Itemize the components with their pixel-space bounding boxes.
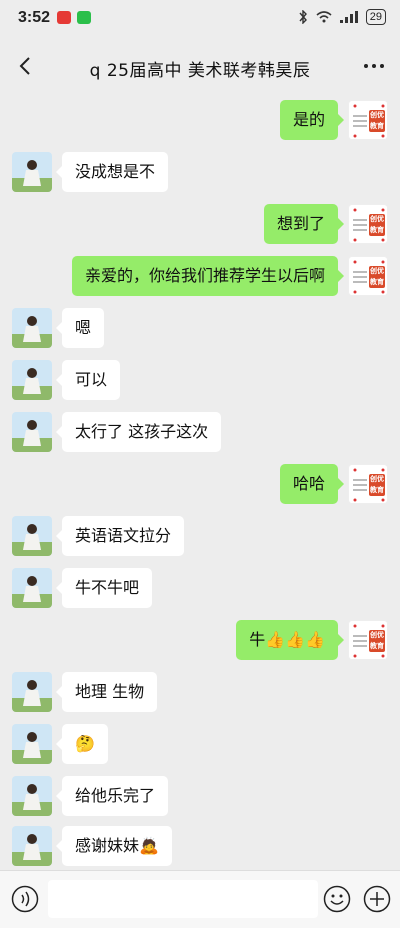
avatar[interactable] [12,724,52,764]
message-bubble-outgoing[interactable]: 亲爱的，你给我们推荐学生以后啊 [71,256,345,296]
wifi-icon [316,11,332,23]
message-bubble-incoming[interactable]: 牛不牛吧 [55,568,153,608]
bluetooth-icon [299,10,307,24]
brand-logo-text: 创优 [370,111,384,119]
brand-logo-text: 创优 [370,475,384,483]
status-bar: 3:52 29 [0,0,400,36]
battery-indicator: 29 [365,9,386,25]
message-bubble-incoming[interactable]: 🤔 [56,724,108,764]
avatar-photo-icon [12,308,52,348]
notification-app-icon [57,11,71,24]
plus-icon[interactable] [363,885,391,913]
message-bubble-incoming[interactable]: 太行了 这孩子这次 [55,412,222,452]
brand-logo-text: 创优 [370,267,384,275]
brand-logo-text: 创优 [370,631,384,639]
avatar[interactable] [12,568,52,608]
chat-header: q 25届高中 美术联考韩昊辰 [0,36,400,96]
avatar-photo-icon [12,152,52,192]
status-time: 3:52 [18,9,51,26]
message-bubble-incoming[interactable]: 给他乐完了 [55,776,169,816]
chat-title: q 25届高中 美术联考韩昊辰 [89,61,311,81]
message-bubble-outgoing[interactable]: 是的 [279,100,345,140]
avatar[interactable] [12,826,52,866]
avatar[interactable] [12,776,52,816]
avatar[interactable] [12,672,52,712]
message-bubble-incoming[interactable]: 嗯 [55,308,105,348]
brand-logo-text: 教育 [370,278,384,286]
avatar[interactable] [12,412,52,452]
avatar[interactable] [12,152,52,192]
avatar-photo-icon [12,516,52,556]
message-bubble-outgoing[interactable]: 想到了 [263,204,345,244]
status-right: 29 [298,9,386,25]
chat-input-bar [0,870,400,928]
avatar[interactable]: 创优 教育 [348,204,388,244]
brand-logo-text: 教育 [370,486,384,494]
signal-icon [339,11,358,23]
brand-logo-text: 创优 [370,215,384,223]
message-bubble-incoming[interactable]: 没成想是不 [55,152,169,192]
avatar[interactable]: 创优 教育 [348,256,388,296]
avatar[interactable] [12,360,52,400]
avatar[interactable] [12,308,52,348]
avatar[interactable]: 创优 教育 [348,620,388,660]
avatar-photo-icon [12,826,52,866]
wechat-notification-icon [77,11,91,24]
more-dots-icon[interactable] [362,54,386,78]
message-bubble-incoming[interactable]: 英语语文拉分 [55,516,185,556]
message-bubble-incoming[interactable]: 可以 [55,360,121,400]
emoji-icon[interactable] [323,885,351,913]
brand-logo-text: 教育 [370,226,384,234]
avatar[interactable]: 创优 教育 [348,100,388,140]
avatar-photo-icon [12,724,52,764]
brand-logo-text: 教育 [370,642,384,650]
avatar-photo-icon [12,360,52,400]
avatar[interactable] [12,516,52,556]
brand-logo-text: 教育 [370,122,384,130]
message-bubble-outgoing[interactable]: 哈哈 [279,464,345,504]
voice-icon[interactable] [11,885,39,913]
message-input[interactable] [48,880,318,918]
message-bubble-incoming[interactable]: 感谢妹妹🙇 [56,826,172,866]
avatar-photo-icon [12,776,52,816]
message-bubble-outgoing[interactable]: 牛👍👍👍 [236,620,344,660]
message-bubble-incoming[interactable]: 地理 生物 [55,672,158,712]
avatar-photo-icon [12,412,52,452]
avatar-photo-icon [12,568,52,608]
avatar[interactable]: 创优 教育 [348,464,388,504]
avatar-photo-icon [12,672,52,712]
